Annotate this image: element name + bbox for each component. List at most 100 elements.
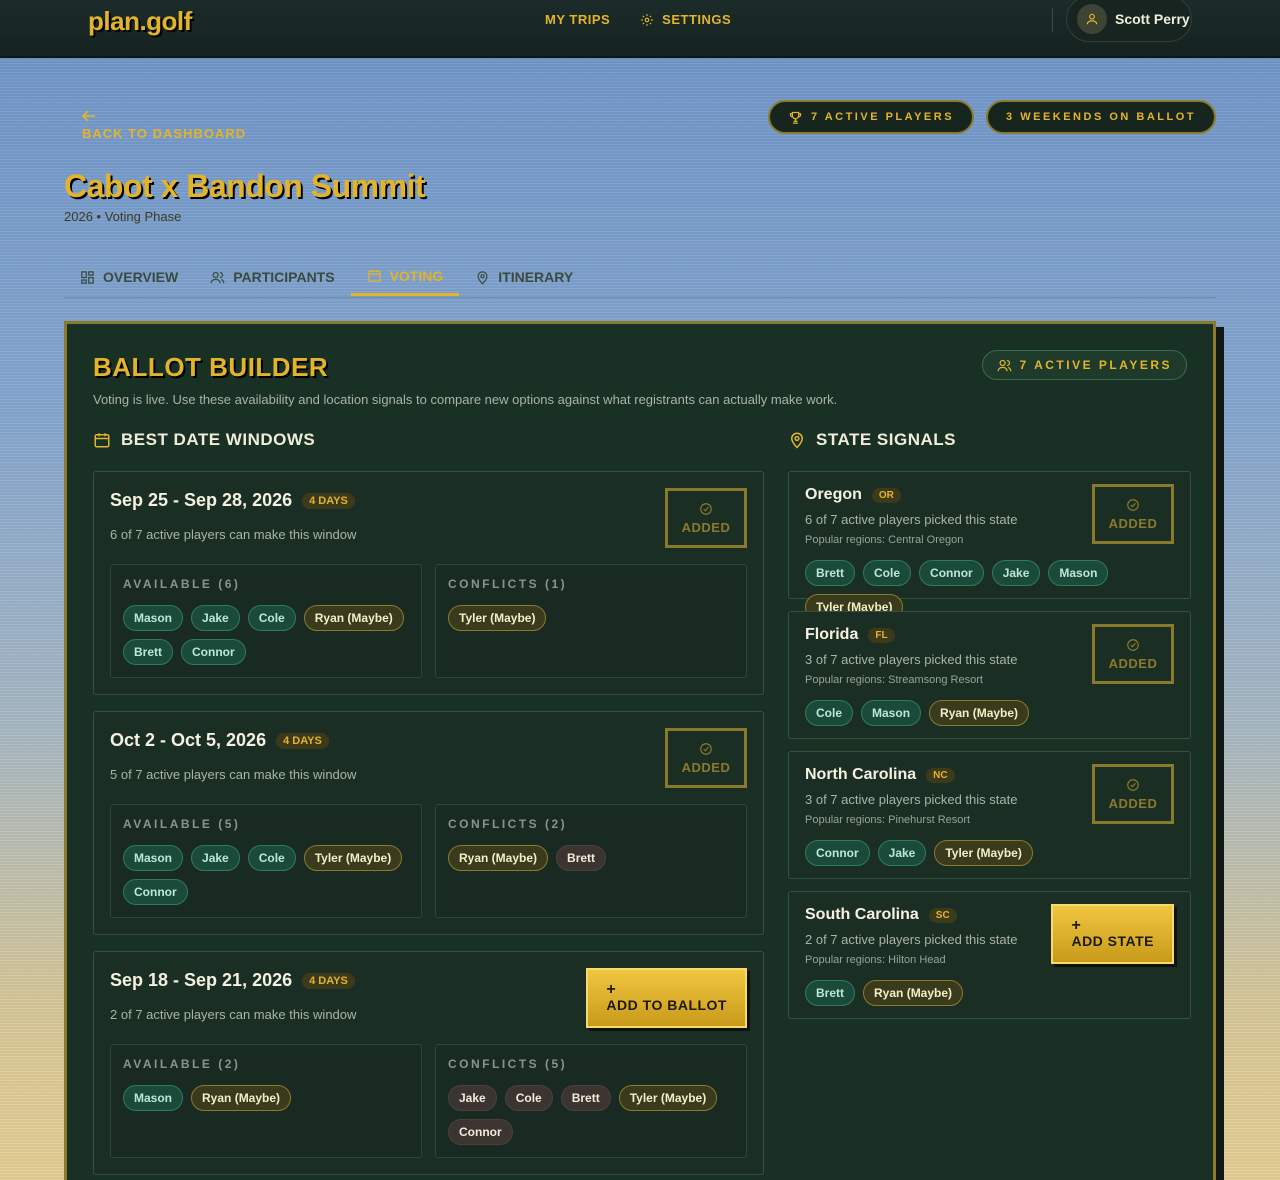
nav-my-trips[interactable]: MY TRIPS xyxy=(545,12,610,27)
player-chip: Cole xyxy=(504,1085,553,1111)
player-chip: Brett xyxy=(556,845,607,871)
available-box: AVAILABLE (2) Mason Ryan (Maybe) xyxy=(110,1044,422,1158)
add-to-ballot-label: ADD TO BALLOT xyxy=(606,997,727,1013)
ballot-builder-panel: BALLOT BUILDER Voting is live. Use these… xyxy=(64,321,1216,1180)
player-chip: Tyler (Maybe) xyxy=(303,845,403,871)
conflicts-box: CONFLICTS (1) Tyler (Maybe) xyxy=(435,564,747,678)
player-chip: Mason xyxy=(123,1085,184,1111)
state-regions: Popular regions: Central Oregon xyxy=(805,534,964,546)
nav-settings[interactable]: SETTINGS xyxy=(640,12,731,27)
player-chip: Mason xyxy=(1048,560,1109,586)
conflicts-box: CONFLICTS (2) Ryan (Maybe) Brett xyxy=(435,804,747,918)
conflicts-label: CONFLICTS (1) xyxy=(448,577,568,591)
map-pin-icon xyxy=(477,270,488,285)
player-chip: Tyler (Maybe) xyxy=(934,840,1033,866)
nav-divider xyxy=(1052,8,1053,32)
date-range: Oct 2 - Oct 5, 2026 xyxy=(110,730,267,750)
add-state-button[interactable]: + ADD STATE xyxy=(1051,904,1174,964)
add-to-ballot-button[interactable]: + ADD TO BALLOT xyxy=(586,968,747,1028)
date-window-summary: 6 of 7 active players can make this wind… xyxy=(110,527,357,542)
player-chip: Cole xyxy=(247,605,296,631)
active-players-pill: 7 ACTIVE PLAYERS xyxy=(767,100,975,134)
state-regions: Popular regions: Hilton Head xyxy=(805,954,946,966)
available-box: AVAILABLE (5) Mason Jake Cole Tyler (Maybe) C… xyxy=(110,804,422,918)
trip-tabs: OVERVIEW PARTICIPANTS VOTING ITINERARY xyxy=(64,258,1216,298)
arrow-left-icon xyxy=(82,110,95,122)
tab-overview[interactable]: OVERVIEW xyxy=(64,258,194,296)
tab-participants-label: PARTICIPANTS xyxy=(233,269,335,285)
plus-icon: + xyxy=(606,981,617,998)
main-nav: MY TRIPS SETTINGS xyxy=(545,12,731,27)
user-menu[interactable]: Scott Perry xyxy=(1066,0,1192,42)
logo[interactable]: plan.golf xyxy=(88,6,192,37)
users-icon xyxy=(210,271,225,283)
weekends-on-ballot-label: 3 WEEKENDS ON BALLOT xyxy=(1006,111,1196,123)
player-chip: Mason xyxy=(123,845,184,871)
player-chip: Ryan (Maybe) xyxy=(191,1085,292,1111)
page-subtitle: 2026 • Voting Phase xyxy=(64,209,182,224)
check-circle-icon xyxy=(700,742,712,755)
date-window-card: Sep 25 - Sep 28, 2026 4 DAYS 6 of 7 active… xyxy=(93,471,764,695)
users-icon xyxy=(997,359,1011,371)
added-label: ADDED xyxy=(1108,515,1158,531)
player-chip: Ryan (Maybe) xyxy=(863,980,964,1006)
conflict-chips: Jake Cole Brett Tyler (Maybe) Connor xyxy=(448,1085,738,1145)
state-card: South Carolina SC 2 of 7 active players pi… xyxy=(788,891,1191,1019)
panel-active-players-pill: 7 ACTIVE PLAYERS xyxy=(981,350,1187,380)
state-signals-label: STATE SIGNALS xyxy=(816,430,956,449)
state-regions: Popular regions: Streamsong Resort xyxy=(805,674,983,686)
state-code-badge: NC xyxy=(926,767,955,783)
back-to-dashboard-link[interactable]: BACK TO DASHBOARD xyxy=(82,110,246,141)
tab-voting[interactable]: VOTING xyxy=(350,258,460,296)
player-chip: Jake xyxy=(191,605,240,631)
date-range: Sep 18 - Sep 21, 2026 xyxy=(110,970,293,990)
state-player-chips: Brett Ryan (Maybe) xyxy=(805,980,1182,1006)
player-chip: Tyler (Maybe) xyxy=(448,605,547,631)
available-label: AVAILABLE (2) xyxy=(123,1057,241,1071)
player-chip: Mason xyxy=(123,605,184,631)
active-players-label: 7 ACTIVE PLAYERS xyxy=(810,111,955,123)
state-card: North Carolina NC 3 of 7 active players pi… xyxy=(788,751,1191,879)
days-badge: 4 DAYS xyxy=(302,972,355,989)
conflicts-box: CONFLICTS (5) Jake Cole Brett Tyler (Maybe) C… xyxy=(435,1044,747,1158)
state-summary: 3 of 7 active players picked this state xyxy=(805,792,1018,807)
available-box: AVAILABLE (6) Mason Jake Cole Ryan (Maybe) Br… xyxy=(110,564,422,678)
player-chip: Cole xyxy=(247,845,296,871)
state-code-badge: SC xyxy=(928,907,957,923)
date-range: Sep 25 - Sep 28, 2026 xyxy=(110,490,293,510)
state-player-chips: Cole Mason Ryan (Maybe) xyxy=(805,700,1182,726)
added-label: ADDED xyxy=(681,759,731,775)
player-chip: Jake xyxy=(448,1085,497,1111)
added-label: ADDED xyxy=(1108,795,1158,811)
player-chip: Jake xyxy=(991,560,1041,586)
added-status: ADDED xyxy=(1092,764,1174,824)
player-chip: Cole xyxy=(863,560,912,586)
state-name: Oregon OR xyxy=(805,486,901,504)
tab-participants[interactable]: PARTICIPANTS xyxy=(194,258,350,296)
player-chip: Tyler (Maybe) xyxy=(618,1085,718,1111)
top-nav-bar: plan.golf MY TRIPS SETTINGS Scott Perry xyxy=(0,0,1280,58)
add-state-label: ADD STATE xyxy=(1071,933,1154,949)
trophy-icon xyxy=(789,111,802,124)
state-name-label: North Carolina xyxy=(805,766,917,783)
panel-pill-label: 7 ACTIVE PLAYERS xyxy=(1019,358,1172,372)
date-window-summary: 5 of 7 active players can make this wind… xyxy=(110,767,357,782)
state-name: Florida FL xyxy=(805,626,895,644)
date-window-card: Oct 2 - Oct 5, 2026 4 DAYS 5 of 7 active p… xyxy=(93,711,764,935)
state-regions: Popular regions: Pinehurst Resort xyxy=(805,814,971,826)
tab-itinerary[interactable]: ITINERARY xyxy=(459,258,589,296)
added-status: ADDED xyxy=(665,728,747,788)
days-badge: 4 DAYS xyxy=(276,732,329,749)
check-circle-icon xyxy=(1127,498,1139,511)
calendar-icon xyxy=(367,269,381,282)
back-label: BACK TO DASHBOARD xyxy=(82,126,247,141)
state-code-badge: FL xyxy=(868,627,895,643)
state-name-label: Florida xyxy=(805,626,859,643)
date-window-summary: 2 of 7 active players can make this wind… xyxy=(110,1007,357,1022)
player-chip: Connor xyxy=(919,560,984,586)
state-name: North Carolina NC xyxy=(805,766,955,784)
user-icon xyxy=(1086,13,1098,25)
conflict-chips: Tyler (Maybe) xyxy=(448,605,738,631)
player-chip: Brett xyxy=(805,560,856,586)
nav-settings-label: SETTINGS xyxy=(662,12,732,27)
